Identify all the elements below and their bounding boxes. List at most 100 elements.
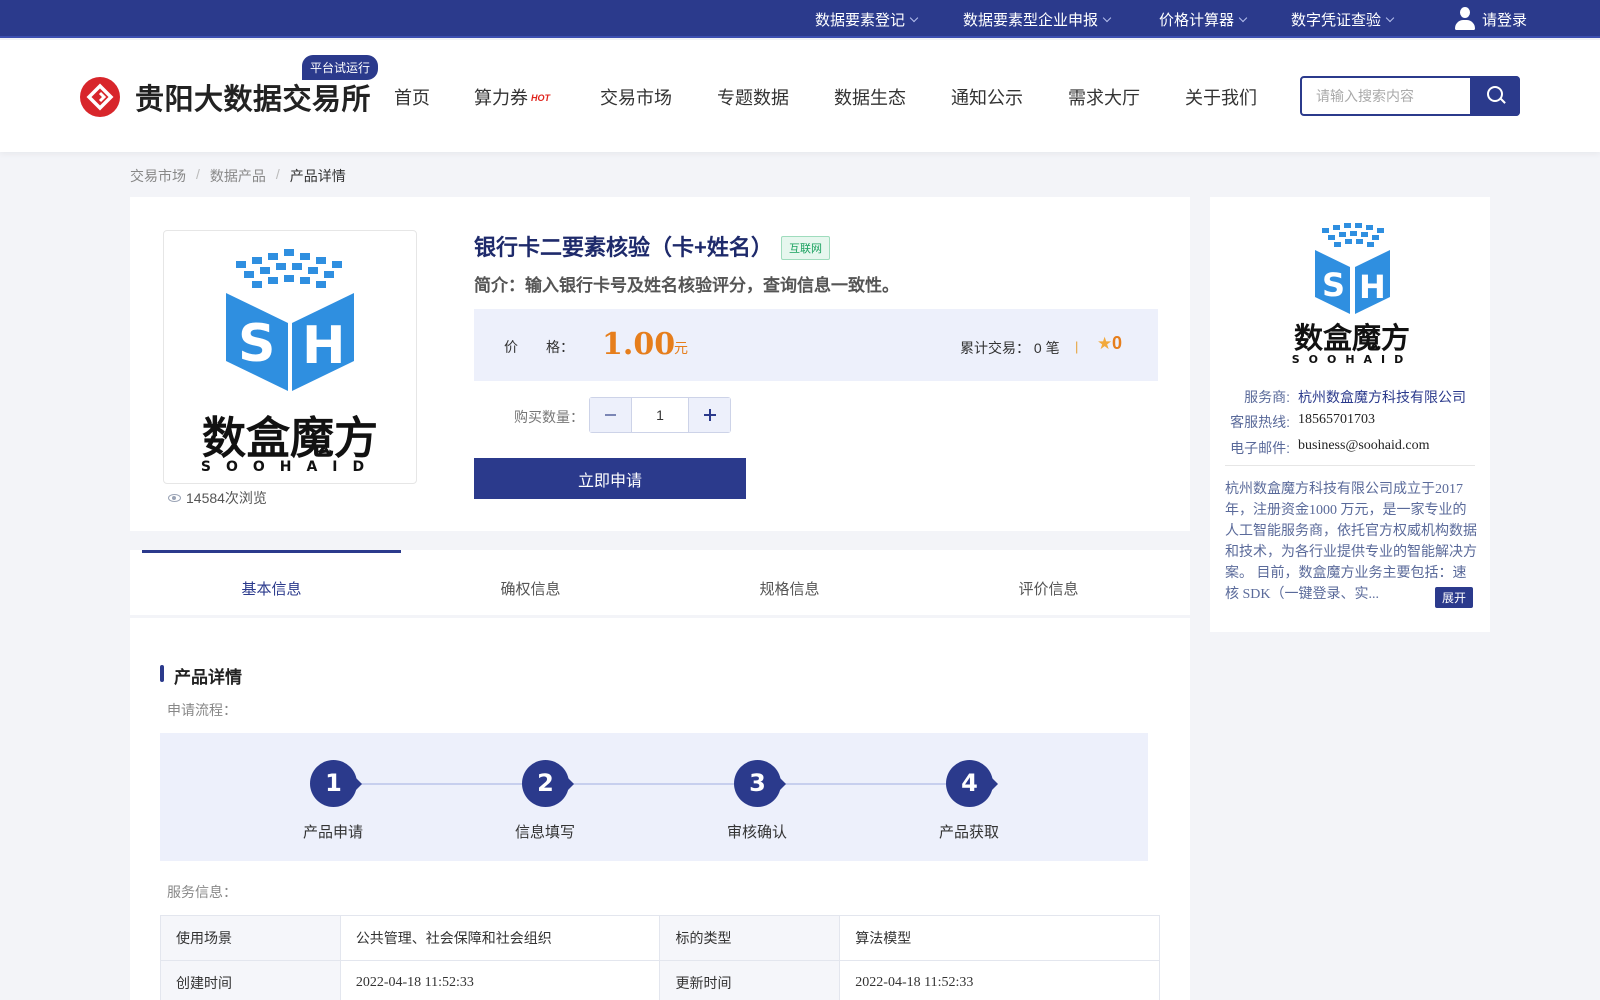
nav-data-ecosystem[interactable]: 数据生态 xyxy=(834,84,906,110)
provider-phone: 18565701703 xyxy=(1298,412,1375,427)
nav-notices[interactable]: 通知公示 xyxy=(951,84,1023,110)
table-key: 更新时间 xyxy=(659,960,841,1000)
step-label: 产品获取 xyxy=(938,824,999,841)
provider-card: S H 数盒魔方 SOOHAID 服务商: 杭州数盒魔方科技有限公司 客服热线:… xyxy=(1210,197,1490,632)
product-description: 简介：输入银行卡号及姓名核验评分，查询信息一致性。 xyxy=(474,276,899,295)
provider-name-label: 服务商: xyxy=(1244,389,1290,405)
section-title: 产品详情 xyxy=(160,663,242,688)
provider-phone-row: 客服热线: 18565701703 xyxy=(1210,412,1490,432)
table-value: 2022-04-18 11:52:33 xyxy=(839,960,1160,1000)
category-tag: 互联网 xyxy=(781,236,830,260)
step-label: 信息填写 xyxy=(514,824,575,841)
step-label: 审核确认 xyxy=(726,824,787,841)
price-unit: 元 xyxy=(674,340,688,356)
tab-review-info[interactable]: 评价信息 xyxy=(919,550,1178,615)
provider-name-link[interactable]: 杭州数盒魔方科技有限公司 xyxy=(1290,387,1466,407)
product-card: S H 数盒魔方 SOOHAID 14584次浏览 银行卡二要素核验（卡+姓名）… xyxy=(130,197,1190,531)
view-count-text: 14584次浏览 xyxy=(186,490,267,506)
provider-email-row: 电子邮件: business@soohaid.com xyxy=(1210,438,1490,458)
svg-text:H: H xyxy=(1359,268,1386,306)
topbar-item-voucher-check[interactable]: 数字凭证查验 xyxy=(1291,9,1395,30)
chevron-down-icon xyxy=(1238,13,1248,22)
product-title: 银行卡二要素核验（卡+姓名） xyxy=(474,235,773,260)
nav-demand-hall[interactable]: 需求大厅 xyxy=(1068,84,1140,110)
provider-email: business@soohaid.com xyxy=(1298,438,1430,453)
table-value: 算法模型 xyxy=(839,915,1160,961)
topbar-item-label: 数据要素登记 xyxy=(815,12,906,29)
nav-topic-data[interactable]: 专题数据 xyxy=(717,84,789,110)
nav-compute-voucher[interactable]: 算力券 xyxy=(474,84,528,110)
brand-name[interactable]: 贵阳大数据交易所 xyxy=(135,76,371,118)
chevron-down-icon xyxy=(1385,13,1395,22)
topbar-item-enterprise-declaration[interactable]: 数据要素型企业申报 xyxy=(963,9,1112,30)
breadcrumb-separator: / xyxy=(196,166,200,182)
topbar-item-data-registration[interactable]: 数据要素登记 xyxy=(815,9,919,30)
breadcrumb-current: 产品详情 xyxy=(289,168,346,184)
search-box xyxy=(1300,76,1520,116)
table-value: 公共管理、社会保障和社会组织 xyxy=(339,915,661,961)
step-number: 4 xyxy=(946,760,998,807)
service-info-table: 使用场景 公共管理、社会保障和社会组织 标的类型 算法模型 创建时间 2022-… xyxy=(160,915,1160,1000)
chevron-down-icon xyxy=(909,13,919,22)
tab-bar: 基本信息 确权信息 规格信息 评价信息 xyxy=(130,550,1190,615)
table-row: 使用场景 公共管理、社会保障和社会组织 标的类型 算法模型 xyxy=(160,915,1160,961)
nav-about-us[interactable]: 关于我们 xyxy=(1185,84,1257,110)
flow-label: 申请流程： xyxy=(167,702,237,718)
quantity-input[interactable] xyxy=(631,398,689,432)
rating-value: 0 xyxy=(1112,333,1123,353)
nav-home[interactable]: 首页 xyxy=(394,84,430,110)
topbar-item-label: 数据要素型企业申报 xyxy=(963,12,1099,29)
svg-text:S: S xyxy=(1322,266,1345,304)
hot-badge: HOT xyxy=(531,93,550,103)
provider-name-row: 服务商: 杭州数盒魔方科技有限公司 xyxy=(1210,387,1490,407)
topbar-item-label: 数字凭证查验 xyxy=(1291,12,1382,29)
increase-button[interactable] xyxy=(689,398,730,432)
breadcrumb-trading-market[interactable]: 交易市场 xyxy=(130,166,186,186)
product-image: S H 数盒魔方 SOOHAID xyxy=(163,230,417,484)
user-icon xyxy=(1454,7,1476,31)
flow-connector xyxy=(332,783,972,785)
service-info-label: 服务信息： xyxy=(167,884,237,900)
nav-trading-market[interactable]: 交易市场 xyxy=(600,84,672,110)
svg-text:S: S xyxy=(238,314,275,374)
topbar-item-label: 价格计算器 xyxy=(1159,12,1235,29)
price-value: 1.00 xyxy=(602,327,676,362)
login-label: 请登录 xyxy=(1482,11,1528,29)
table-row: 创建时间 2022-04-18 11:52:33 更新时间 2022-04-18… xyxy=(160,960,1160,1000)
eye-icon xyxy=(168,494,181,502)
table-key: 标的类型 xyxy=(659,915,841,961)
top-utility-bar: 数据要素登记 数据要素型企业申报 价格计算器 数字凭证查验 请登录 xyxy=(0,0,1600,38)
product-detail-section: 产品详情 申请流程： 1 产品申请 2 信息填写 3 审核确认 4 产品获取 服… xyxy=(130,618,1190,1000)
soohaid-logo-icon: S H 数盒魔方 SOOHAID xyxy=(201,249,378,475)
apply-now-button[interactable]: 立即申请 xyxy=(474,458,746,499)
quantity-label: 购买数量： xyxy=(514,409,584,425)
trade-count: 累计交易： 0 笔 xyxy=(960,340,1060,356)
provider-email-label: 电子邮件: xyxy=(1230,440,1290,456)
tab-spec-info[interactable]: 规格信息 xyxy=(660,550,919,615)
view-count: 14584次浏览 xyxy=(168,488,267,508)
provider-phone-label: 客服热线: xyxy=(1230,414,1290,430)
divider: | xyxy=(1075,339,1079,354)
search-icon[interactable] xyxy=(1470,76,1520,116)
tab-basic-info[interactable]: 基本信息 xyxy=(142,550,401,615)
expand-button[interactable]: 展开 xyxy=(1435,587,1474,608)
search-input[interactable] xyxy=(1302,78,1472,114)
topbar-item-price-calculator[interactable]: 价格计算器 xyxy=(1159,9,1248,30)
tab-rights-info[interactable]: 确权信息 xyxy=(401,550,660,615)
trial-badge: 平台试运行 xyxy=(302,55,379,80)
svg-text:SOOHAID: SOOHAID xyxy=(1292,353,1413,366)
step-number: 3 xyxy=(734,760,786,807)
decrease-button[interactable] xyxy=(590,398,631,432)
price-label: 价 格： xyxy=(504,339,574,355)
login-link[interactable]: 请登录 xyxy=(1454,7,1527,31)
application-flow: 1 产品申请 2 信息填写 3 审核确认 4 产品获取 xyxy=(160,733,1148,861)
step-number: 2 xyxy=(522,760,574,807)
chevron-down-icon xyxy=(1102,13,1112,22)
breadcrumb-data-products[interactable]: 数据产品 xyxy=(210,166,266,186)
provider-logo-icon: S H 数盒魔方 SOOHAID xyxy=(1292,223,1413,366)
table-key: 创建时间 xyxy=(160,960,341,1000)
svg-text:数盒魔方: 数盒魔方 xyxy=(1294,321,1410,355)
breadcrumb-separator: / xyxy=(275,166,280,182)
table-key: 使用场景 xyxy=(160,915,341,961)
brand-logo-icon[interactable] xyxy=(80,77,120,117)
